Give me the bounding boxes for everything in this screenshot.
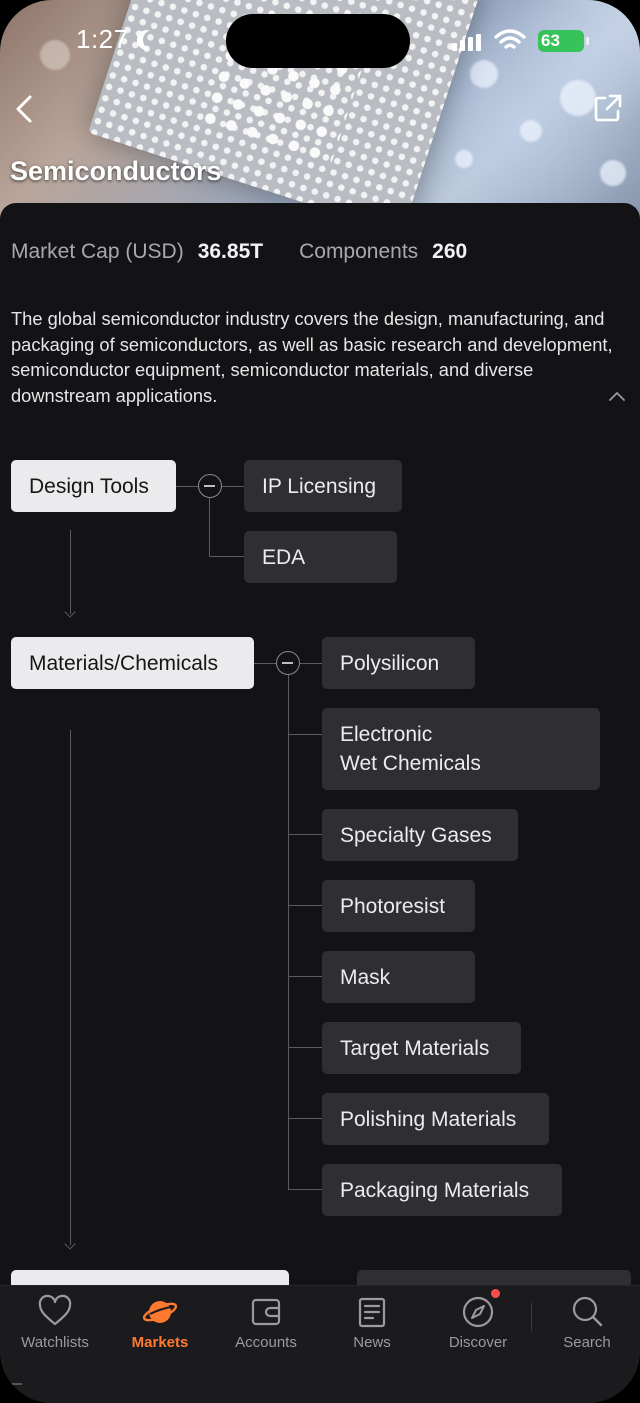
share-icon[interactable]	[592, 92, 624, 124]
app-screen: 1:27 63 Semiconductors Market Cap (USD) …	[0, 0, 640, 1403]
search-icon	[572, 1296, 603, 1327]
tree-child-polishing-materials[interactable]: Polishing Materials	[322, 1093, 549, 1145]
tree-child-electronic-wet-chemicals[interactable]: Electronic Wet Chemicals	[322, 708, 600, 790]
status-time: 1:27	[76, 24, 129, 54]
components-label: Components	[299, 240, 419, 263]
collapse-design-tools-icon[interactable]	[198, 474, 222, 498]
battery-indicator: 63	[538, 30, 589, 52]
tab-discover[interactable]: Discover	[428, 1294, 528, 1351]
tab-news[interactable]: News	[322, 1294, 422, 1351]
components-value: 260	[432, 240, 468, 263]
dynamic-island	[226, 14, 410, 68]
collapse-materials-icon[interactable]	[276, 651, 300, 675]
market-cap-label: Market Cap (USD)	[11, 240, 184, 263]
sector-description: The global semiconductor industry covers…	[11, 308, 613, 406]
notification-dot	[491, 1289, 500, 1298]
tab-markets[interactable]: Markets	[110, 1294, 210, 1351]
market-cap-value: 36.85T	[197, 240, 264, 263]
tree-child-polysilicon[interactable]: Polysilicon	[322, 637, 475, 689]
tree-child-packaging-materials[interactable]: Packaging Materials	[322, 1164, 562, 1216]
tree-child-specialty-gases[interactable]: Specialty Gases	[322, 809, 518, 861]
tree-child-ip-licensing[interactable]: IP Licensing	[244, 460, 402, 512]
chevron-up-icon[interactable]	[607, 388, 627, 404]
tab-watchlists[interactable]: Watchlists	[5, 1294, 105, 1351]
tab-accounts[interactable]: Accounts	[216, 1294, 316, 1351]
back-arrow-icon[interactable]	[10, 92, 44, 126]
wifi-icon	[494, 29, 526, 49]
bottom-tab-bar: Watchlists Markets Accounts News Discove…	[0, 1285, 640, 1403]
focus-moon-icon	[143, 30, 163, 50]
tab-divider	[531, 1303, 532, 1331]
sector-title: Semiconductors	[10, 156, 222, 186]
tree-child-eda[interactable]: EDA	[244, 531, 397, 583]
tab-search[interactable]: Search	[537, 1294, 637, 1351]
cellular-signal-icon	[452, 34, 481, 51]
planet-icon	[142, 1301, 178, 1323]
heart-icon	[38, 1294, 72, 1326]
news-icon	[358, 1297, 386, 1328]
tree-node-materials-chemicals[interactable]: Materials/Chemicals	[11, 637, 254, 689]
tree-child-photoresist[interactable]: Photoresist	[322, 880, 475, 932]
sector-stats: Market Cap (USD) 36.85T Components 260	[11, 240, 467, 264]
compass-icon	[462, 1296, 494, 1328]
wallet-icon	[251, 1298, 281, 1326]
tree-node-design-tools[interactable]: Design Tools	[11, 460, 176, 512]
tree-child-mask[interactable]: Mask	[322, 951, 475, 1003]
tree-child-target-materials[interactable]: Target Materials	[322, 1022, 521, 1074]
home-indicator	[10, 1383, 22, 1385]
